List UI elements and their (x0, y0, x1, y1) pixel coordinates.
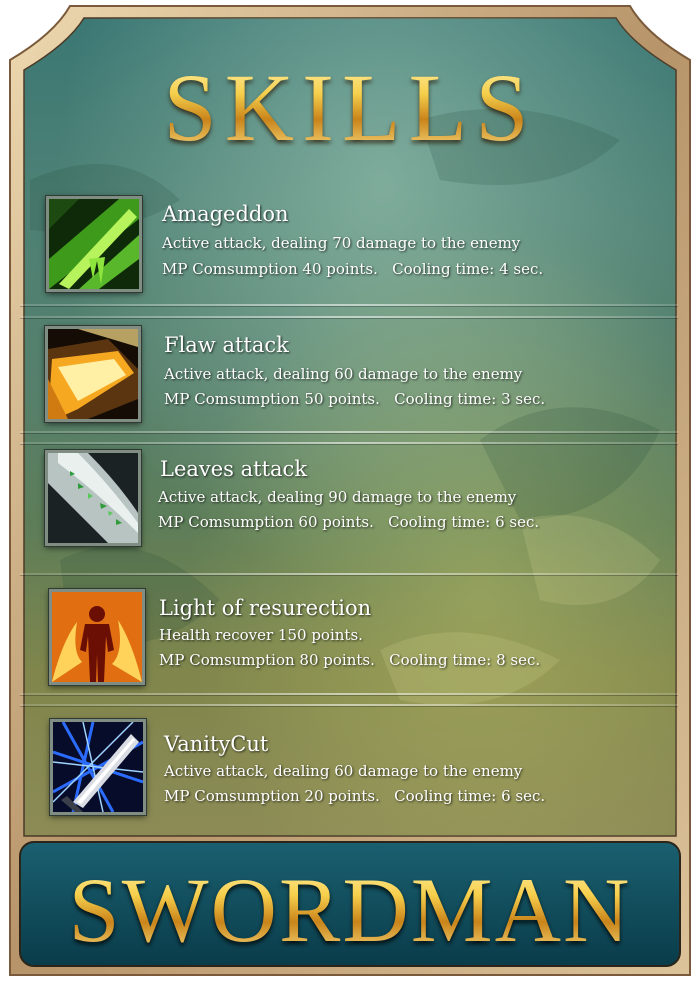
separator (20, 442, 678, 444)
separator (20, 316, 678, 318)
green-blade-icon[interactable] (46, 196, 142, 292)
skill-name: Amageddon (162, 202, 289, 226)
fire-figure-icon[interactable] (49, 589, 145, 685)
skill-description: Active attack, dealing 70 damage to the … (162, 234, 521, 252)
skill-cost: MP Comsumption 40 points. Cooling time: … (162, 260, 544, 278)
separator (20, 573, 678, 575)
skill-name: Flaw attack (164, 333, 289, 357)
skill-description: Health recover 150 points. (159, 626, 363, 644)
skill-description: Active attack, dealing 60 damage to the … (164, 365, 523, 383)
separator (20, 304, 678, 306)
skill-cost: MP Comsumption 20 points. Cooling time: … (164, 787, 546, 805)
golden-slash-icon[interactable] (45, 326, 141, 422)
skill-card: SKILLS Amageddon Active attack, dealing … (0, 0, 700, 981)
separator (20, 704, 678, 706)
skill-description: Active attack, dealing 60 damage to the … (164, 762, 523, 780)
class-name-banner: SWORDMAN (0, 860, 700, 960)
skill-cost: MP Comsumption 80 points. Cooling time: … (159, 651, 541, 669)
skill-name: Leaves attack (160, 457, 308, 481)
lightning-sword-icon[interactable] (50, 719, 146, 815)
skill-cost: MP Comsumption 60 points. Cooling time: … (158, 513, 540, 531)
separator (20, 693, 678, 695)
skill-description: Active attack, dealing 90 damage to the … (158, 488, 517, 506)
separator (20, 431, 678, 433)
skill-name: VanityCut (164, 732, 269, 756)
skill-cost: MP Comsumption 50 points. Cooling time: … (164, 390, 546, 408)
skills-title: SKILLS (0, 60, 700, 156)
leaves-wind-icon[interactable] (45, 450, 141, 546)
skill-name: Light of resurection (159, 596, 372, 620)
